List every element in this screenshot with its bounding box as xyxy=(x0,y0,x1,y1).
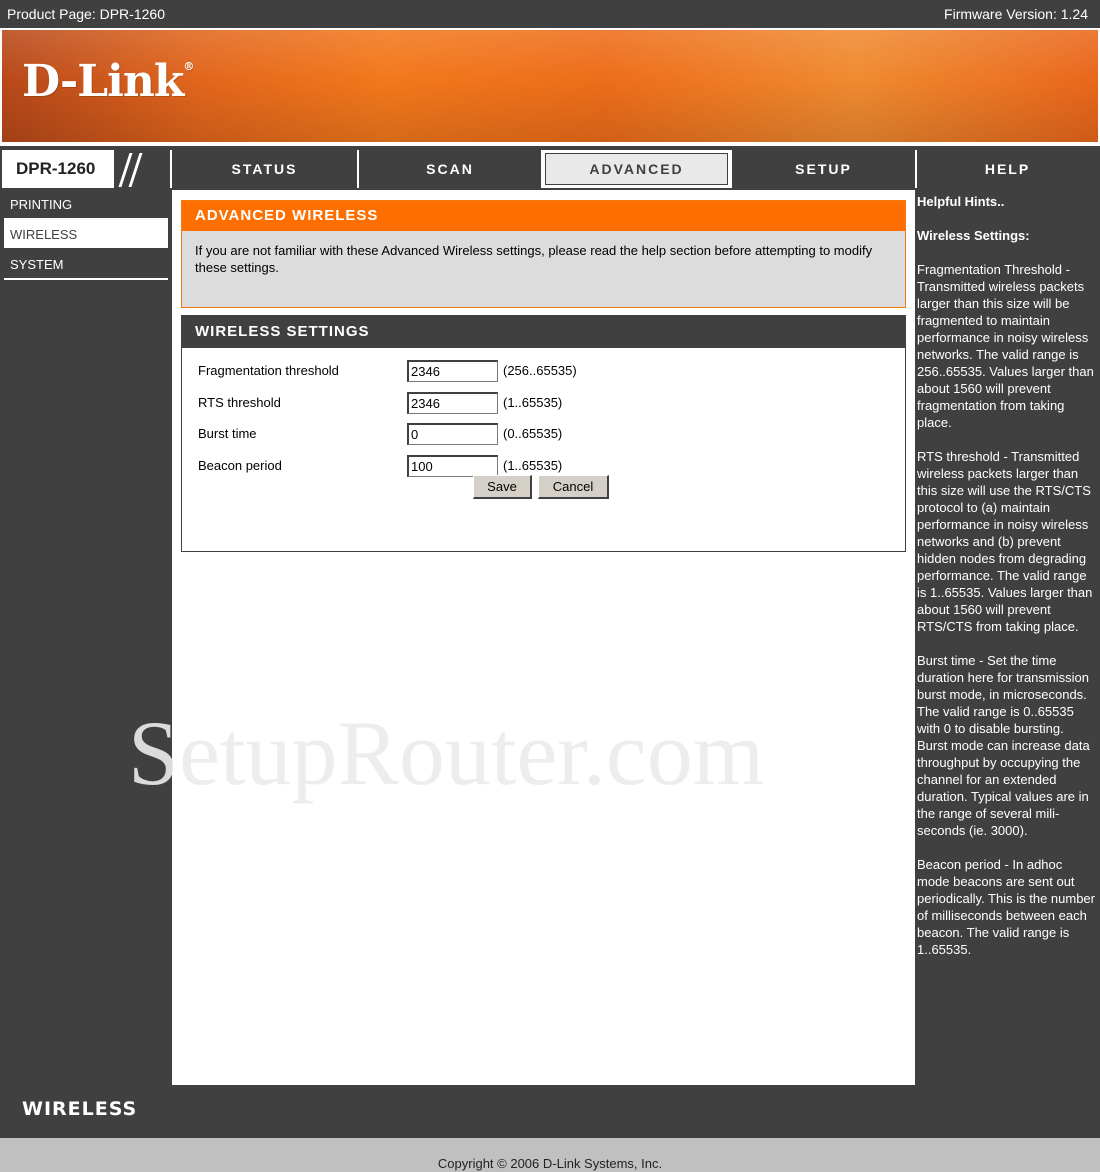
hint-beacon: Beacon period - In adhoc mode beacons ar… xyxy=(917,857,1095,957)
footer: Copyright © 2006 D-Link Systems, Inc. xyxy=(0,1138,1100,1172)
tab-advanced-label: ADVANCED xyxy=(545,153,728,185)
content-area: ADVANCED WIRELESS If you are not familia… xyxy=(172,190,915,1085)
advanced-wireless-title: ADVANCED WIRELESS xyxy=(182,201,905,231)
rts-label: RTS threshold xyxy=(198,395,281,410)
sidebar-item-wireless[interactable]: WIRELESS xyxy=(4,220,168,250)
beacon-range: (1..65535) xyxy=(503,458,563,473)
hint-rts: RTS threshold - Transmitted wireless pac… xyxy=(917,449,1093,634)
sidebar-item-printing[interactable]: PRINTING xyxy=(4,190,168,220)
tab-setup[interactable]: SETUP xyxy=(730,150,915,188)
hints-title: Helpful Hints.. xyxy=(917,194,1005,209)
copyright-text: Copyright © 2006 D-Link Systems, Inc. xyxy=(437,1156,663,1171)
beacon-label: Beacon period xyxy=(198,458,282,473)
helpful-hints-panel: Helpful Hints.. Wireless Settings: Fragm… xyxy=(917,190,1097,958)
sidebar: PRINTING WIRELESS SYSTEM xyxy=(4,190,168,280)
burst-range: (0..65535) xyxy=(503,426,563,441)
header-banner: D-Link® xyxy=(0,28,1100,146)
model-label: DPR-1260 xyxy=(16,159,96,178)
beacon-period-input[interactable] xyxy=(407,455,498,477)
rts-row: RTS threshold (1..65535) xyxy=(198,392,798,414)
fragmentation-label: Fragmentation threshold xyxy=(198,363,339,378)
firmware-version-label: Firmware Version: 1.24 xyxy=(944,6,1088,22)
wireless-brand-label: WIRELESS xyxy=(22,1098,138,1120)
hints-subtitle: Wireless Settings: xyxy=(917,228,1030,243)
wireless-settings-panel: WIRELESS SETTINGS Fragmentation threshol… xyxy=(181,315,906,552)
sidebar-item-system[interactable]: SYSTEM xyxy=(4,250,168,280)
dlink-logo: D-Link® xyxy=(22,56,194,107)
beacon-row: Beacon period (1..65535) xyxy=(198,455,798,477)
wireless-settings-title: WIRELESS SETTINGS xyxy=(182,316,905,348)
logo-text: D-Link xyxy=(22,56,184,107)
burst-time-input[interactable] xyxy=(407,423,498,445)
trademark-mark: ® xyxy=(183,60,194,73)
hint-fragmentation: Fragmentation Threshold - Transmitted wi… xyxy=(917,262,1094,430)
model-box: DPR-1260 xyxy=(2,150,170,188)
advanced-wireless-panel: ADVANCED WIRELESS If you are not familia… xyxy=(181,200,906,308)
slashes-decoration xyxy=(114,150,170,188)
burst-label: Burst time xyxy=(198,426,257,441)
banner-gradient: D-Link® xyxy=(2,30,1098,142)
fragmentation-range: (256..65535) xyxy=(503,363,577,378)
advanced-wireless-description: If you are not familiar with these Advan… xyxy=(195,243,873,275)
rts-range: (1..65535) xyxy=(503,395,563,410)
fragmentation-threshold-input[interactable] xyxy=(407,360,498,382)
hint-burst: Burst time - Set the time duration here … xyxy=(917,653,1090,838)
tab-scan[interactable]: SCAN xyxy=(357,150,541,188)
burst-row: Burst time (0..65535) xyxy=(198,423,798,445)
save-button[interactable]: Save xyxy=(473,475,532,499)
tab-help[interactable]: HELP xyxy=(915,150,1098,188)
top-bar: Product Page: DPR-1260 Firmware Version:… xyxy=(0,0,1100,28)
product-page-label: Product Page: DPR-1260 xyxy=(7,6,165,22)
fragmentation-row: Fragmentation threshold (256..65535) xyxy=(198,360,798,382)
main-frame: DPR-1260 STATUS SCAN ADVANCED SETUP HELP… xyxy=(0,146,1100,1138)
tab-status[interactable]: STATUS xyxy=(170,150,357,188)
rts-threshold-input[interactable] xyxy=(407,392,498,414)
tab-advanced[interactable]: ADVANCED xyxy=(541,150,730,188)
cancel-button[interactable]: Cancel xyxy=(538,475,609,499)
